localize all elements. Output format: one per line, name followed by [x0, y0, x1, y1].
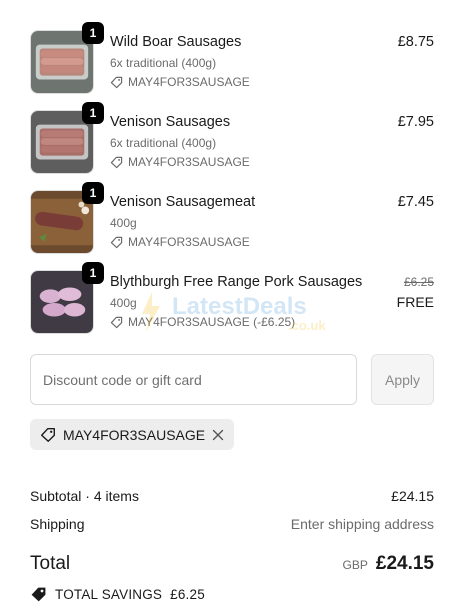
tag-icon — [110, 236, 123, 248]
discount-form: Apply — [30, 354, 434, 405]
line-item: 1 Venison Sausagemeat 400g MAY4FOR3SAUSA… — [30, 182, 434, 266]
close-icon — [212, 429, 224, 440]
item-price: £8.75 — [397, 34, 434, 50]
item-discount: MAY4FOR3SAUSAGE — [110, 155, 340, 169]
product-name: Venison Sausagemeat — [110, 194, 256, 210]
quantity-badge: 1 — [82, 182, 104, 204]
product-variant: 400g — [110, 216, 137, 230]
product-thumbnail: 1 — [30, 262, 104, 334]
savings-label: TOTAL SAVINGS — [55, 587, 163, 602]
item-price: £7.45 — [397, 194, 434, 210]
quantity-badge: 1 — [82, 262, 104, 284]
tag-icon — [110, 156, 123, 168]
total-value: £24.15 — [375, 553, 434, 574]
item-discount-code: MAY4FOR3SAUSAGE — [128, 75, 250, 89]
item-discount: MAY4FOR3SAUSAGE — [110, 235, 340, 249]
shipping-label: Shipping — [30, 516, 85, 532]
total-label: Total — [30, 553, 71, 574]
tag-icon — [41, 427, 55, 442]
original-price: £6.25 — [403, 275, 434, 289]
total-savings: TOTAL SAVINGS £6.25 — [30, 586, 205, 603]
line-item: 1 Blythburgh Free Range Pork Sausages 40… — [30, 262, 434, 346]
savings-tag-icon — [31, 587, 46, 602]
product-thumbnail: 1 — [30, 182, 104, 254]
shipping-value: Enter shipping address — [290, 516, 434, 532]
shipping-row: Shipping Enter shipping address — [30, 516, 434, 532]
applied-discount-chip: MAY4FOR3SAUSAGE — [30, 419, 235, 450]
product-variant: 6x traditional (400g) — [110, 136, 217, 150]
item-price: £7.95 — [397, 114, 434, 130]
product-thumbnail: 1 — [30, 102, 104, 174]
tag-icon — [110, 76, 123, 88]
item-discount: MAY4FOR3SAUSAGE (-£6.25) — [110, 315, 340, 329]
apply-button[interactable]: Apply — [371, 354, 434, 405]
subtotal-value: £24.15 — [391, 488, 434, 504]
product-variant: 6x traditional (400g) — [110, 56, 217, 70]
quantity-badge: 1 — [82, 102, 104, 124]
product-name: Blythburgh Free Range Pork Sausages — [110, 274, 363, 290]
item-price: FREE — [396, 294, 434, 310]
applied-discount-code: MAY4FOR3SAUSAGE — [63, 426, 206, 443]
product-name: Wild Boar Sausages — [110, 34, 242, 50]
item-discount-code: MAY4FOR3SAUSAGE (-£6.25) — [128, 315, 296, 329]
order-items-list: 1 Wild Boar Sausages 6x traditional (400… — [30, 22, 434, 346]
product-name: Venison Sausages — [110, 114, 231, 130]
subtotal-row: Subtotal · 4 items £24.15 — [30, 488, 434, 504]
currency-code: GBP — [342, 558, 368, 572]
savings-value: £6.25 — [170, 587, 205, 602]
remove-discount-button[interactable] — [212, 429, 224, 441]
product-variant: 400g — [110, 296, 137, 310]
item-discount-code: MAY4FOR3SAUSAGE — [128, 155, 250, 169]
item-discount: MAY4FOR3SAUSAGE — [110, 75, 340, 89]
product-thumbnail: 1 — [30, 22, 104, 94]
discount-code-input[interactable] — [30, 354, 357, 405]
quantity-badge: 1 — [82, 22, 104, 44]
line-item: 1 Venison Sausages 6x traditional (400g)… — [30, 102, 434, 186]
subtotal-label: Subtotal · 4 items — [30, 488, 139, 504]
line-item: 1 Wild Boar Sausages 6x traditional (400… — [30, 22, 434, 106]
item-discount-code: MAY4FOR3SAUSAGE — [128, 235, 250, 249]
tag-icon — [110, 316, 123, 328]
total-row: Total GBP £24.15 — [30, 553, 434, 579]
